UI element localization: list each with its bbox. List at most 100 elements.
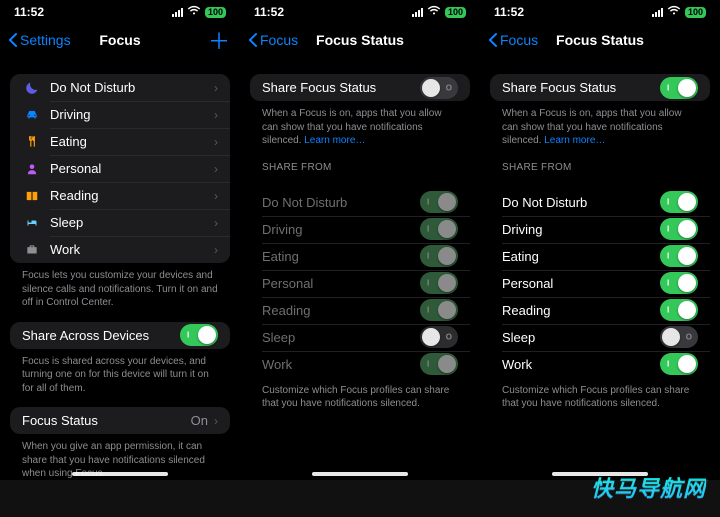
share-from-toggle[interactable]: I <box>660 245 698 267</box>
nav-bar: Focus Focus Status <box>480 24 720 56</box>
focus-status-group: Focus Status On › <box>10 407 230 434</box>
focus-mode-row[interactable]: Do Not Disturb› <box>10 74 230 101</box>
share-status-group: Share Focus Status O <box>250 74 470 101</box>
add-button[interactable]: ＋ <box>208 24 230 56</box>
focus-mode-row[interactable]: Sleep› <box>10 209 230 236</box>
bed-icon <box>22 213 42 233</box>
share-from-label: Personal <box>262 276 420 291</box>
share-from-row[interactable]: PersonalI <box>490 270 710 297</box>
focus-mode-label: Driving <box>50 107 214 122</box>
focus-mode-row[interactable]: Eating› <box>10 128 230 155</box>
share-focus-status-toggle[interactable]: O <box>420 77 458 99</box>
page-title: Focus <box>99 32 140 48</box>
battery-icon: 100 <box>205 7 226 18</box>
focus-mode-label: Eating <box>50 134 214 149</box>
share-from-label: Driving <box>502 222 660 237</box>
share-from-row: DrivingI <box>250 216 470 243</box>
share-from-row[interactable]: ReadingI <box>490 297 710 324</box>
share-from-toggle[interactable]: I <box>660 353 698 375</box>
share-focus-status-toggle[interactable]: I <box>660 77 698 99</box>
share-from-label: Sleep <box>262 330 420 345</box>
share-from-toggle: O <box>420 326 458 348</box>
book-icon <box>22 186 42 206</box>
person-icon <box>22 159 42 179</box>
share-from-toggle: I <box>420 191 458 213</box>
share-from-toggle[interactable]: I <box>660 218 698 240</box>
chevron-right-icon: › <box>214 108 218 122</box>
share-across-devices-row[interactable]: Share Across Devices I <box>10 322 230 349</box>
share-from-row[interactable]: SleepO <box>490 324 710 351</box>
status-bar: 11:52 100 <box>480 0 720 24</box>
chevron-right-icon: › <box>214 189 218 203</box>
cellular-icon <box>172 8 183 17</box>
share-devices-group: Share Across Devices I <box>10 322 230 349</box>
focus-mode-label: Sleep <box>50 215 214 230</box>
focus-mode-row[interactable]: Driving› <box>10 101 230 128</box>
learn-more-link[interactable]: Learn more… <box>544 135 605 146</box>
share-from-label: Eating <box>502 249 660 264</box>
share-from-toggle: I <box>420 245 458 267</box>
learn-more-link[interactable]: Learn more… <box>304 135 365 146</box>
share-from-row: ReadingI <box>250 297 470 324</box>
focus-mode-label: Do Not Disturb <box>50 80 214 95</box>
share-from-toggle[interactable]: O <box>660 326 698 348</box>
share-from-list-disabled: Do Not DisturbIDrivingIEatingIPersonalIR… <box>250 189 470 378</box>
share-across-devices-toggle[interactable]: I <box>180 324 218 346</box>
share-from-label: Eating <box>262 249 420 264</box>
share-focus-status-label: Share Focus Status <box>502 80 660 95</box>
clock: 11:52 <box>494 5 524 19</box>
share-from-toggle: I <box>420 299 458 321</box>
battery-icon: 100 <box>685 7 706 18</box>
back-button[interactable]: Focus <box>488 24 538 56</box>
clock: 11:52 <box>254 5 284 19</box>
share-focus-status-label: Share Focus Status <box>262 80 420 95</box>
nav-bar: Settings Focus ＋ <box>0 24 240 56</box>
back-button[interactable]: Focus <box>248 24 298 56</box>
share-from-label: Personal <box>502 276 660 291</box>
share-focus-status-row[interactable]: Share Focus Status O <box>250 74 470 101</box>
share-from-row: SleepO <box>250 324 470 351</box>
screenshot-focus-status-on: 11:52 100 Focus Focus Status Share Focus… <box>480 0 720 480</box>
share-from-label: Driving <box>262 222 420 237</box>
screenshot-focus-list: 11:52 100 Settings Focus ＋ Do Not Distur… <box>0 0 240 480</box>
back-button[interactable]: Settings <box>8 24 71 56</box>
share-devices-footer: Focus is shared across your devices, and… <box>10 349 230 396</box>
focus-mode-label: Personal <box>50 161 214 176</box>
focus-mode-row[interactable]: Personal› <box>10 155 230 182</box>
car-icon <box>22 105 42 125</box>
share-status-footer: When a Focus is on, apps that you allow … <box>250 101 470 148</box>
share-from-header: SHARE FROM <box>490 148 710 177</box>
share-from-row[interactable]: Do Not DisturbI <box>490 189 710 216</box>
focus-mode-label: Work <box>50 242 214 257</box>
watermark-text: 快马导航网 <box>591 471 706 503</box>
chevron-right-icon: › <box>214 243 218 257</box>
focus-status-detail: On <box>191 413 208 428</box>
moon-icon <box>22 78 42 98</box>
clock: 11:52 <box>14 5 44 19</box>
share-from-toggle[interactable]: I <box>660 299 698 321</box>
share-from-label: Work <box>502 357 660 372</box>
focus-status-row[interactable]: Focus Status On › <box>10 407 230 434</box>
share-focus-status-row[interactable]: Share Focus Status I <box>490 74 710 101</box>
wifi-icon <box>667 5 681 19</box>
chevron-right-icon: › <box>214 414 218 428</box>
nav-bar: Focus Focus Status <box>240 24 480 56</box>
home-indicator[interactable] <box>72 472 168 476</box>
focus-modes-footer: Focus lets you customize your devices an… <box>10 263 230 310</box>
wifi-icon <box>187 5 201 19</box>
share-from-footer: Customize which Focus profiles can share… <box>490 378 710 411</box>
wifi-icon <box>427 5 441 19</box>
share-from-label: Reading <box>502 303 660 318</box>
share-from-row[interactable]: EatingI <box>490 243 710 270</box>
share-from-row[interactable]: DrivingI <box>490 216 710 243</box>
cellular-icon <box>412 8 423 17</box>
plus-icon: ＋ <box>208 24 230 56</box>
focus-mode-row[interactable]: Work› <box>10 236 230 263</box>
share-from-toggle[interactable]: I <box>660 191 698 213</box>
status-bar: 11:52 100 <box>0 0 240 24</box>
home-indicator[interactable] <box>312 472 408 476</box>
focus-mode-row[interactable]: Reading› <box>10 182 230 209</box>
share-from-row[interactable]: WorkI <box>490 351 710 378</box>
share-from-toggle[interactable]: I <box>660 272 698 294</box>
focus-modes-group: Do Not Disturb›Driving›Eating›Personal›R… <box>10 74 230 263</box>
